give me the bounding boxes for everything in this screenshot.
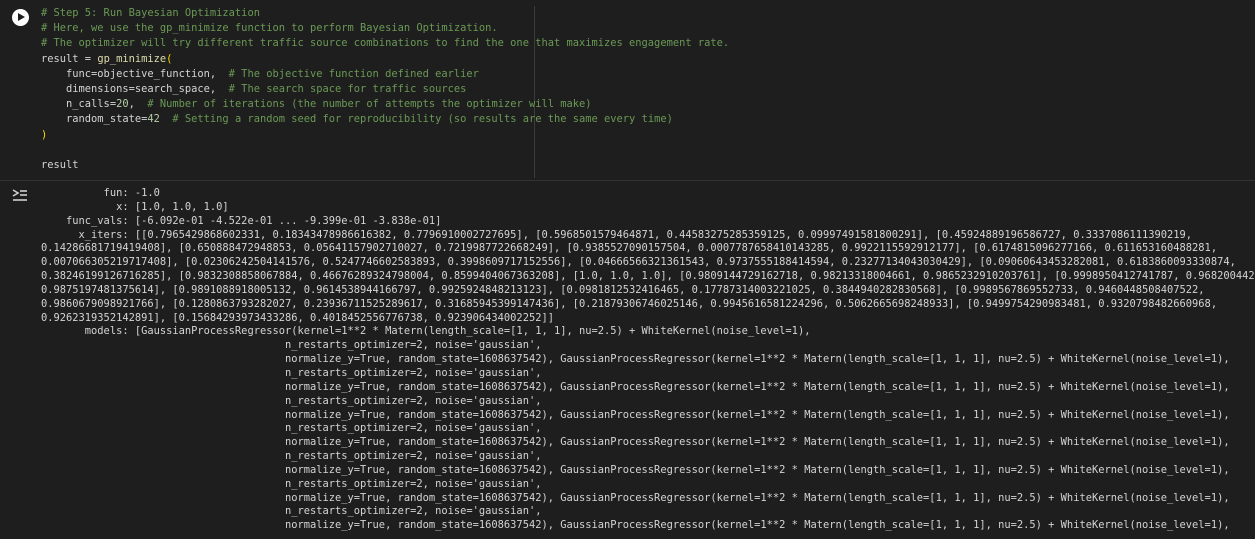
output-line: normalize_y=True, random_state=160863754… (41, 408, 1230, 421)
code-line: random_state=42 # Setting a random seed … (41, 112, 1241, 127)
code-editor[interactable]: # Step 5: Run Bayesian Optimization # Her… (41, 6, 1241, 173)
output-line: x_iters: [[0.7965429868602331, 0.1834347… (41, 228, 1193, 241)
output-line: normalize_y=True, random_state=160863754… (41, 463, 1230, 476)
output-line: n_restarts_optimizer=2, noise='gaussian'… (41, 450, 542, 463)
code-token: random_state= (41, 113, 148, 126)
code-token: # Setting a random seed for reproducibil… (172, 113, 673, 126)
code-token: , (128, 98, 148, 111)
cell-output: fun: -1.0 x: [1.0, 1.0, 1.0] func_vals: … (41, 187, 1255, 533)
code-line: # Here, we use the gp_minimize function … (41, 21, 1241, 36)
code-token: # The search space for traffic sources (228, 82, 467, 95)
code-token: ) (41, 128, 48, 141)
output-line: normalize_y=True, random_state=160863754… (41, 353, 1230, 366)
code-line: # Step 5: Run Bayesian Optimization (41, 6, 1241, 21)
output-line: 0.9262319352142891], [0.1568429397343328… (41, 311, 554, 324)
code-line: dimensions=search_space, # The search sp… (41, 82, 1241, 97)
output-toggle-button[interactable] (11, 188, 29, 204)
output-line: normalize_y=True, random_state=160863754… (41, 436, 1230, 449)
code-token: # Number of iterations (the number of at… (147, 98, 592, 111)
output-line: models: [GaussianProcessRegressor(kernel… (41, 325, 811, 338)
output-line: normalize_y=True, random_state=160863754… (41, 491, 1230, 504)
code-token: result = (41, 52, 98, 65)
code-token: # Here, we use the gp_minimize function … (41, 22, 498, 35)
output-line: n_restarts_optimizer=2, noise='gaussian'… (41, 394, 542, 407)
code-token: func=objective_function, (41, 67, 229, 80)
code-token: dimensions=search_space, (41, 82, 229, 95)
output-line: 0.9875197481375614], [0.9891088918005132… (41, 283, 1205, 296)
code-token: result (41, 158, 79, 171)
output-line: n_restarts_optimizer=2, noise='gaussian'… (41, 366, 542, 379)
output-line: fun: -1.0 (41, 187, 160, 199)
code-token: 42 (147, 113, 160, 126)
code-line: result = gp_minimize( (41, 52, 1241, 67)
run-cell-button[interactable] (12, 9, 29, 26)
output-line: normalize_y=True, random_state=160863754… (41, 380, 1230, 393)
output-line: 0.38246199126716285], [0.983230885806788… (41, 270, 1255, 283)
code-token: # The optimizer will try different traff… (41, 37, 730, 50)
output-line: n_restarts_optimizer=2, noise='gaussian'… (41, 477, 542, 490)
code-line: func=objective_function, # The objective… (41, 67, 1241, 82)
code-token: gp_minimize (97, 52, 167, 65)
output-line: func_vals: [-6.092e-01 -4.522e-01 ... -9… (41, 214, 442, 227)
code-line: # The optimizer will try different traff… (41, 36, 1241, 51)
cell-output-divider (0, 180, 1255, 181)
code-line: n_calls=20, # Number of iterations (the … (41, 97, 1241, 112)
code-line: result (41, 158, 1241, 173)
output-line: n_restarts_optimizer=2, noise='gaussian'… (41, 422, 542, 435)
output-line: x: [1.0, 1.0, 1.0] (41, 200, 229, 213)
code-token: # The objective function defined earlier (228, 67, 479, 80)
code-cell[interactable]: # Step 5: Run Bayesian Optimization # Her… (0, 0, 1255, 180)
output-line: normalize_y=True, random_state=160863754… (41, 519, 1230, 532)
output-line: 0.14286681719419408], [0.650888472948853… (41, 242, 1218, 255)
code-line: ) (41, 128, 1241, 143)
code-token: # Step 5: Run Bayesian Optimization (41, 7, 260, 19)
code-token: ( (166, 52, 173, 65)
output-line: n_restarts_optimizer=2, noise='gaussian'… (41, 339, 542, 352)
code-token: n_calls= (41, 98, 117, 111)
output-line: n_restarts_optimizer=2, noise='gaussian'… (41, 505, 542, 518)
code-token: 20 (116, 98, 129, 111)
output-toggle-icon (12, 189, 27, 201)
output-line: 0.007066305219717408], [0.02306242504141… (41, 256, 1236, 269)
output-line: 0.9860679098921766], [0.1280863793282027… (41, 297, 1218, 310)
